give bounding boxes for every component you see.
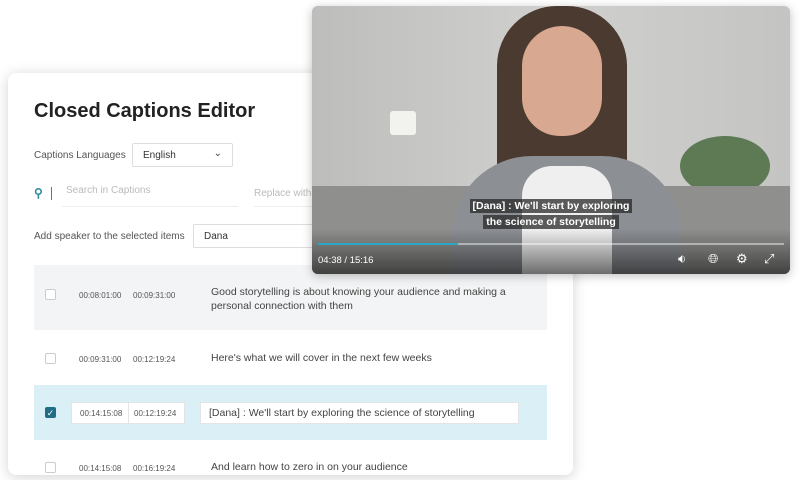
caption-row[interactable]: 00:08:01:00 00:09:31:00 Good storytellin… <box>34 265 547 330</box>
caption-text[interactable]: And learn how to zero in on your audienc… <box>211 460 408 474</box>
row-checkbox[interactable] <box>45 353 56 364</box>
end-time[interactable]: 00:09:31:00 <box>133 291 175 300</box>
lamp-shape <box>390 111 416 135</box>
row-checkbox[interactable] <box>45 462 56 473</box>
volume-icon[interactable]: 🔉︎ <box>678 251 686 267</box>
page-title: Closed Captions Editor <box>34 100 256 122</box>
caption-row[interactable]: 00:14:15:08 00:16:19:24 And learn how to… <box>34 440 547 475</box>
speaker-label: Add speaker to the selected items <box>34 231 185 242</box>
settings-gear-icon[interactable]: ⚙︎ <box>736 251 748 267</box>
start-time[interactable]: 00:09:31:00 <box>79 355 121 364</box>
caption-text[interactable]: Good storytelling is about knowing your … <box>211 285 521 313</box>
time-display: 04:38 / 15:16 <box>318 255 374 266</box>
languages-label: Captions Languages <box>34 150 126 161</box>
start-time[interactable]: 00:08:01:00 <box>79 291 121 300</box>
end-time-input[interactable]: 00:12:19:24 <box>134 409 176 418</box>
search-input[interactable]: Search in Captions <box>62 181 238 207</box>
start-time-input[interactable]: 00:14:15:08 <box>80 409 122 418</box>
caption-text-input[interactable]: [Dana] : We'll start by exploring the sc… <box>200 402 519 424</box>
fullscreen-icon[interactable]: ⤢ <box>764 251 774 267</box>
video-player[interactable]: [Dana] : We'll start by exploring the sc… <box>312 6 790 274</box>
caption-line-1: [Dana] : We'll start by exploring <box>312 199 790 213</box>
language-select[interactable]: English ⌄ <box>132 143 233 167</box>
start-time[interactable]: 00:14:15:08 <box>79 464 121 473</box>
cursor-divider <box>51 187 52 200</box>
row-checkbox[interactable] <box>45 289 56 300</box>
search-icon: ⚲ <box>34 186 43 200</box>
end-time[interactable]: 00:12:19:24 <box>133 355 175 364</box>
caption-row[interactable]: 00:09:31:00 00:12:19:24 Here's what we w… <box>34 330 547 385</box>
progress-bar[interactable] <box>318 243 784 245</box>
caption-text: [Dana] : We'll start by exploring <box>469 199 633 213</box>
globe-icon[interactable]: 🌐︎ <box>708 251 718 267</box>
time-fields: 00:14:15:08 00:12:19:24 <box>71 402 185 424</box>
caption-text: the science of storytelling <box>483 215 619 229</box>
row-checkbox-checked[interactable]: ✓ <box>45 407 56 418</box>
progress-fill <box>318 243 458 245</box>
language-value: English <box>143 150 176 161</box>
caption-text[interactable]: Here's what we will cover in the next fe… <box>211 351 432 365</box>
caption-row-selected[interactable]: ✓ 00:14:15:08 00:12:19:24 [Dana] : We'll… <box>34 385 547 440</box>
caption-line-2: the science of storytelling <box>312 215 790 229</box>
end-time[interactable]: 00:16:19:24 <box>133 464 175 473</box>
chevron-down-icon: ⌄ <box>213 148 222 159</box>
